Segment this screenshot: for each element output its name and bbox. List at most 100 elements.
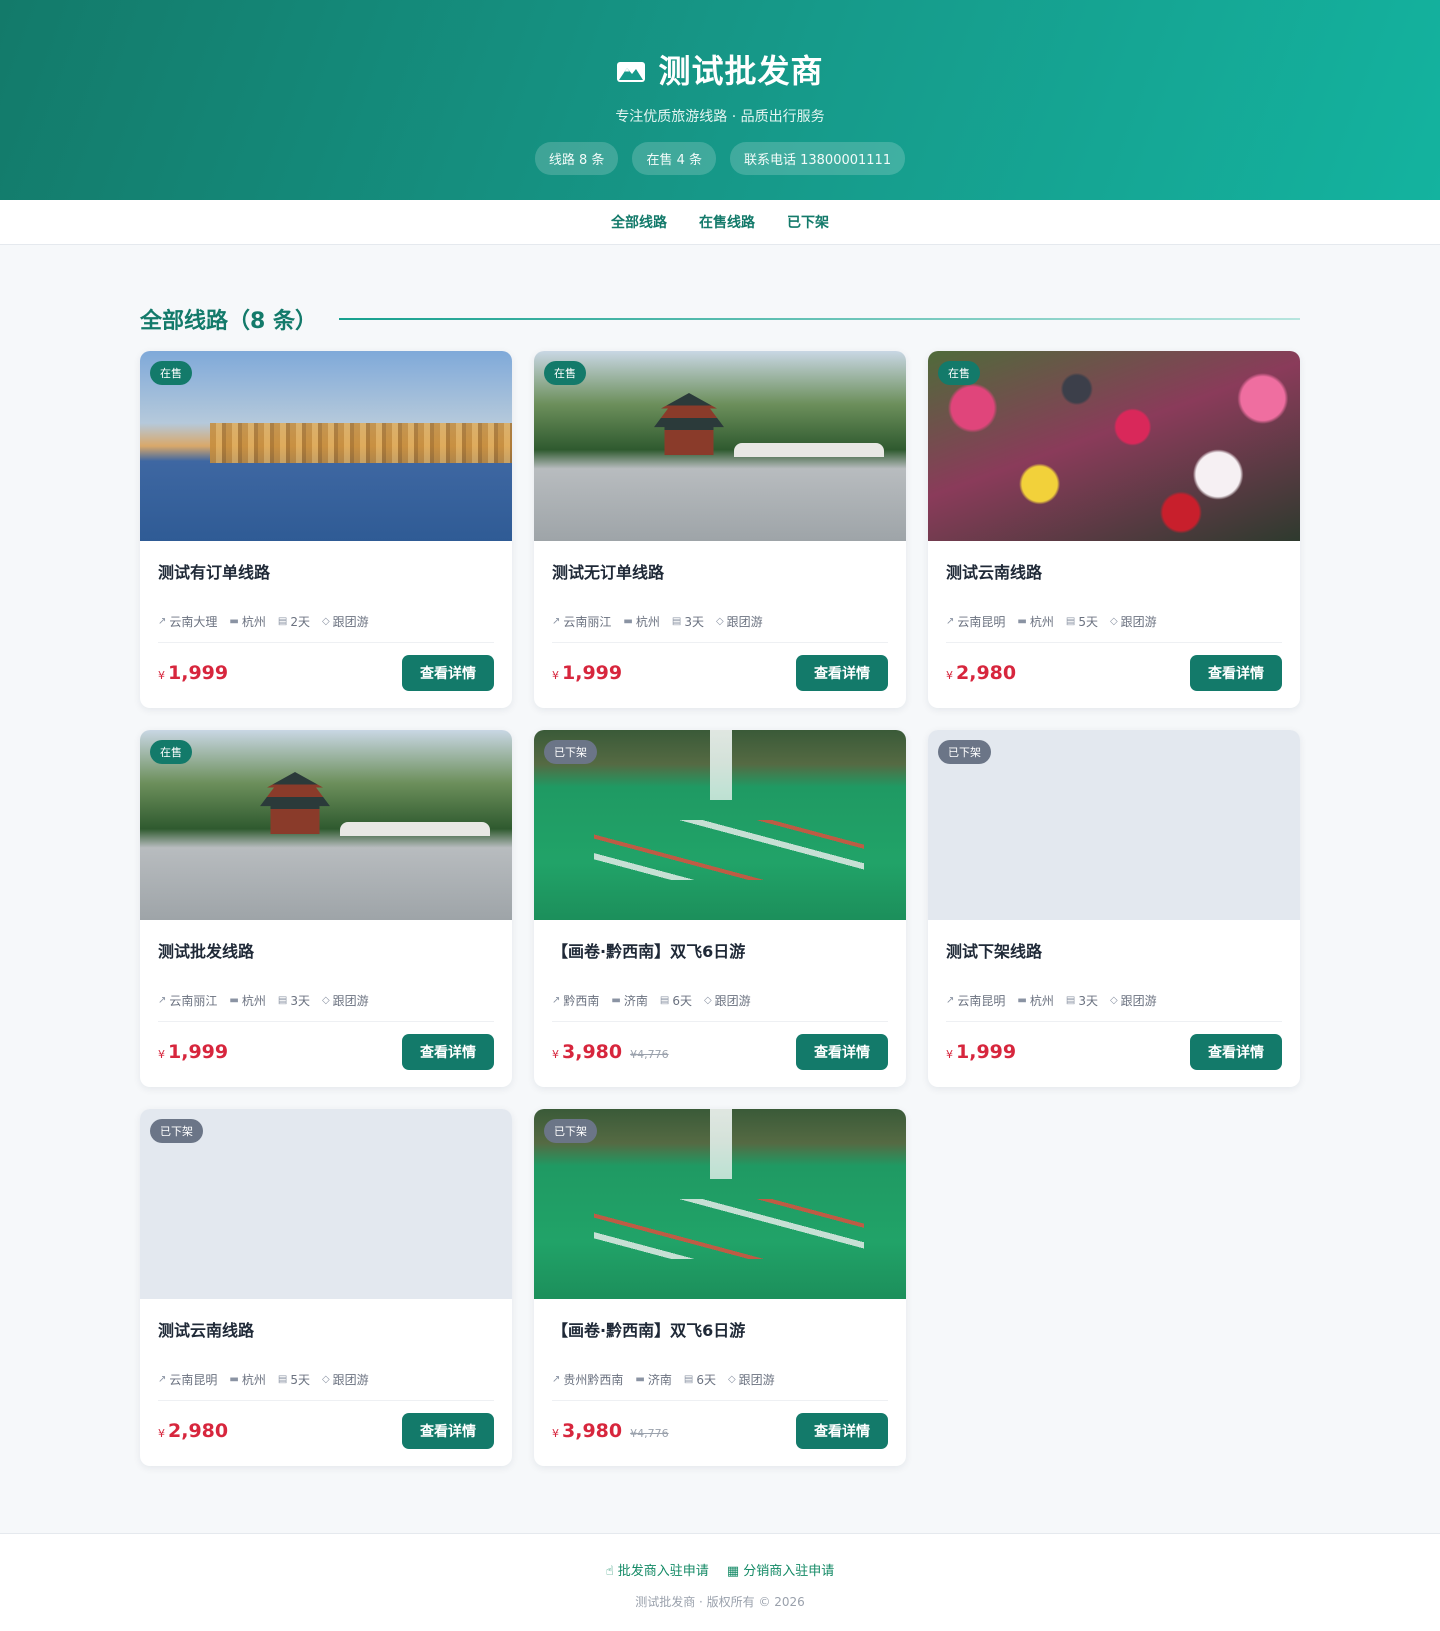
destination-text: 云南大理 [169, 615, 218, 629]
bus-icon: ▬ [229, 1374, 239, 1385]
route-image[interactable]: 在售 [140, 730, 512, 920]
departure: ▬ 济南 [635, 1371, 671, 1388]
view-details-button[interactable]: 查看详情 [1190, 655, 1282, 691]
price: ¥ 2,980 [158, 1420, 228, 1442]
hero-header: 测试批发商 专注优质旅游线路 · 品质出行服务 线路 8 条 在售 4 条 联系… [0, 0, 1440, 200]
status-badge: 已下架 [544, 740, 597, 764]
tour-type-text: 跟团游 [1120, 615, 1157, 629]
destination-text: 黔西南 [563, 994, 600, 1008]
nav-on-sale-routes[interactable]: 在售线路 [699, 212, 755, 232]
route-card[interactable]: 在售 测试有订单线路 ↗ 云南大理 ▬ 杭州 ▤ 2天 ◇ 跟团游 ¥ 1,999 查看… [140, 351, 512, 708]
departure-text: 杭州 [241, 994, 266, 1008]
wholesaler-apply-link[interactable]: ☝ 批发商入驻申请 [606, 1560, 709, 1579]
tour-type: ◇ 跟团游 [728, 1371, 775, 1388]
bus-icon: ▬ [611, 995, 621, 1006]
route-card[interactable]: 在售 测试无订单线路 ↗ 云南丽江 ▬ 杭州 ▤ 3天 ◇ 跟团游 ¥ 1,999 查看… [534, 351, 906, 708]
departure-text: 杭州 [241, 615, 266, 629]
route-image[interactable]: 已下架 [928, 730, 1300, 920]
route-card[interactable]: 在售 测试批发线路 ↗ 云南丽江 ▬ 杭州 ▤ 3天 ◇ 跟团游 ¥ 1,999 查看详… [140, 730, 512, 1087]
tour-type-text: 跟团游 [332, 1373, 369, 1387]
card-body: 测试云南线路 ↗ 云南昆明 ▬ 杭州 ▤ 5天 ◇ 跟团游 ¥ 2,980 查看详情 [140, 1299, 512, 1449]
wholesaler-apply-label: 批发商入驻申请 [617, 1564, 709, 1579]
route-meta: ↗ 云南丽江 ▬ 杭州 ▤ 3天 ◇ 跟团游 [552, 613, 888, 630]
departure: ▬ 济南 [611, 992, 647, 1009]
currency-symbol: ¥ [552, 669, 559, 682]
view-details-button[interactable]: 查看详情 [402, 655, 494, 691]
departure: ▬ 杭州 [229, 1371, 265, 1388]
bus-icon: ▬ [229, 995, 239, 1006]
view-details-button[interactable]: 查看详情 [796, 1413, 888, 1449]
status-badge: 已下架 [150, 1119, 203, 1143]
tour-type: ◇ 跟团游 [322, 613, 369, 630]
view-details-button[interactable]: 查看详情 [402, 1034, 494, 1070]
route-image[interactable]: 已下架 [140, 1109, 512, 1299]
route-card[interactable]: 已下架 测试云南线路 ↗ 云南昆明 ▬ 杭州 ▤ 5天 ◇ 跟团游 ¥ 2,980 查看… [140, 1109, 512, 1466]
price: ¥ 3,980 ¥4,776 [552, 1420, 669, 1442]
route-image[interactable]: 在售 [534, 351, 906, 541]
site-subtitle: 专注优质旅游线路 · 品质出行服务 [615, 109, 825, 125]
route-image[interactable]: 在售 [140, 351, 512, 541]
route-meta: ↗ 云南丽江 ▬ 杭州 ▤ 3天 ◇ 跟团游 [158, 992, 494, 1009]
calendar-icon: ▤ [1065, 995, 1076, 1006]
card-footer: ¥ 1,999 查看详情 [946, 1021, 1282, 1070]
destination-text: 云南昆明 [957, 615, 1006, 629]
route-title: 测试有订单线路 [158, 563, 271, 582]
view-details-button[interactable]: 查看详情 [796, 655, 888, 691]
on-sale-count-badge: 在售 4 条 [632, 142, 716, 175]
currency-symbol: ¥ [158, 1048, 165, 1061]
price: ¥ 1,999 [552, 662, 622, 684]
pin-icon: ↗ [158, 995, 167, 1006]
destination: ↗ 云南丽江 [552, 613, 611, 630]
nav-delisted[interactable]: 已下架 [787, 212, 829, 232]
duration: ▤ 6天 [660, 992, 692, 1009]
tour-type-text: 跟团游 [1120, 994, 1157, 1008]
departure: ▬ 杭州 [623, 613, 659, 630]
destination: ↗ 云南昆明 [946, 613, 1005, 630]
nav-all-routes[interactable]: 全部线路 [611, 212, 667, 232]
pin-icon: ↗ [946, 995, 955, 1006]
duration: ▤ 6天 [684, 1371, 716, 1388]
phone-badge: 联系电话 13800001111 [729, 142, 906, 175]
departure-text: 杭州 [635, 615, 660, 629]
tour-type-text: 跟团游 [714, 994, 751, 1008]
duration-text: 3天 [684, 615, 704, 629]
route-image[interactable]: 在售 [928, 351, 1300, 541]
route-card[interactable]: 已下架 【画卷·黔西南】双飞6日游 ↗ 黔西南 ▬ 济南 ▤ 6天 ◇ 跟团游 ¥ 3,… [534, 730, 906, 1087]
destination-text: 云南丽江 [563, 615, 612, 629]
route-title: 测试下架线路 [946, 942, 1043, 961]
route-card[interactable]: 已下架 【画卷·黔西南】双飞6日游 ↗ 贵州黔西南 ▬ 济南 ▤ 6天 ◇ 跟团游 ¥ … [534, 1109, 906, 1466]
price-value: 3,980 [562, 1420, 623, 1442]
tag-icon: ◇ [1109, 616, 1118, 627]
calendar-icon: ▤ [683, 1374, 694, 1385]
route-card[interactable]: 已下架 测试下架线路 ↗ 云南昆明 ▬ 杭州 ▤ 3天 ◇ 跟团游 ¥ 1,999 查看… [928, 730, 1300, 1087]
bus-icon: ▬ [1017, 995, 1027, 1006]
card-body: 测试下架线路 ↗ 云南昆明 ▬ 杭州 ▤ 3天 ◇ 跟团游 ¥ 1,999 查看详情 [928, 920, 1300, 1070]
destination: ↗ 云南丽江 [158, 992, 217, 1009]
calendar-icon: ▤ [277, 995, 288, 1006]
view-details-button[interactable]: 查看详情 [796, 1034, 888, 1070]
view-details-button[interactable]: 查看详情 [402, 1413, 494, 1449]
route-image[interactable]: 已下架 [534, 1109, 906, 1299]
card-footer: ¥ 3,980 ¥4,776 查看详情 [552, 1400, 888, 1449]
card-footer: ¥ 2,980 查看详情 [946, 642, 1282, 691]
duration: ▤ 5天 [278, 1371, 310, 1388]
footer-links: ☝ 批发商入驻申请 ▦ 分销商入驻申请 [0, 1560, 1440, 1579]
duration: ▤ 3天 [278, 992, 310, 1009]
card-footer: ¥ 2,980 查看详情 [158, 1400, 494, 1449]
original-price: ¥4,776 [630, 1048, 669, 1061]
section-header: 全部线路（8 条） [140, 303, 1300, 335]
route-title: 【画卷·黔西南】双飞6日游 [552, 942, 746, 961]
tour-type-text: 跟团游 [332, 615, 369, 629]
route-meta: ↗ 云南昆明 ▬ 杭州 ▤ 5天 ◇ 跟团游 [946, 613, 1282, 630]
tour-type-text: 跟团游 [332, 994, 369, 1008]
duration: ▤ 3天 [1066, 992, 1098, 1009]
duration-text: 5天 [1078, 615, 1098, 629]
distributor-apply-link[interactable]: ▦ 分销商入驻申请 [727, 1560, 834, 1579]
section-divider [338, 318, 1300, 320]
stats-badges: 线路 8 条 在售 4 条 联系电话 13800001111 [0, 142, 1440, 175]
price-value: 1,999 [956, 1041, 1017, 1063]
view-details-button[interactable]: 查看详情 [1190, 1034, 1282, 1070]
route-card[interactable]: 在售 测试云南线路 ↗ 云南昆明 ▬ 杭州 ▤ 5天 ◇ 跟团游 ¥ 2,980 查看详… [928, 351, 1300, 708]
page-footer: ☝ 批发商入驻申请 ▦ 分销商入驻申请 测试批发商 · 版权所有 © 2026 [0, 1533, 1440, 1631]
route-image[interactable]: 已下架 [534, 730, 906, 920]
